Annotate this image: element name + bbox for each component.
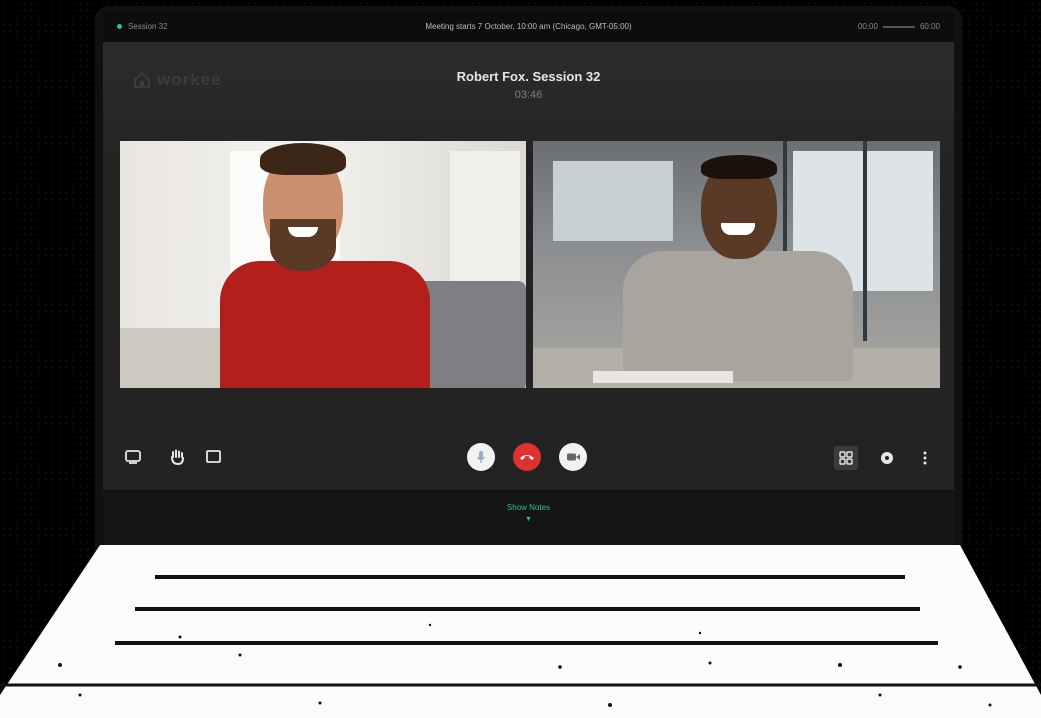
time-start: 00:00: [857, 22, 878, 31]
notes-bar: Show Notes ▼: [103, 490, 954, 547]
time-end: 60:00: [919, 22, 940, 31]
grey-sweater: [623, 251, 853, 381]
screen-share-button[interactable]: [123, 447, 143, 467]
fullscreen-button[interactable]: [203, 447, 223, 467]
settings-icon: [881, 452, 893, 464]
fullscreen-icon: [205, 450, 221, 463]
microphone-icon: [476, 451, 486, 463]
more-options-button[interactable]: [919, 448, 931, 468]
end-call-icon: [520, 455, 534, 460]
window: [450, 151, 520, 291]
smile: [721, 223, 755, 235]
window-frame: [863, 141, 867, 341]
settings-button[interactable]: [877, 448, 897, 468]
top-bar: Session 32 Meeting starts 7 October, 10:…: [103, 12, 954, 42]
show-notes-button[interactable]: Show Notes: [103, 503, 954, 512]
laptop-keyboard-base: [0, 545, 1041, 718]
call-header: workee Robert Fox. Session 32 03:46: [103, 42, 954, 152]
end-call-button[interactable]: [513, 443, 541, 471]
camera-button[interactable]: [559, 443, 587, 471]
camera-icon: [566, 453, 580, 461]
raise-hand-button[interactable]: [167, 447, 187, 467]
session-title: Robert Fox. Session 32: [456, 69, 601, 84]
window: [553, 161, 673, 241]
raise-hand-icon: [171, 449, 184, 465]
call-controls: [103, 432, 954, 486]
hair: [701, 155, 777, 179]
participant-video-left[interactable]: [120, 141, 526, 388]
grid-view-icon: [839, 451, 853, 465]
grid-view-button[interactable]: [834, 446, 858, 470]
chevron-down-icon[interactable]: ▼: [103, 516, 954, 523]
session-progress: 00:00 60:00: [858, 22, 940, 31]
call-timer: 03:46: [514, 89, 543, 101]
hair: [260, 143, 346, 175]
participant-video-right[interactable]: [533, 141, 940, 388]
screen-share-icon: [125, 450, 141, 464]
red-shirt: [220, 261, 430, 388]
papers: [593, 371, 733, 383]
video-call-screen: Session 32 Meeting starts 7 October, 10:…: [103, 12, 954, 547]
progress-track: [882, 25, 915, 28]
microphone-button[interactable]: [467, 443, 495, 471]
more-icon: [923, 451, 927, 465]
meeting-info: Meeting starts 7 October, 10:00 am (Chic…: [425, 22, 632, 31]
